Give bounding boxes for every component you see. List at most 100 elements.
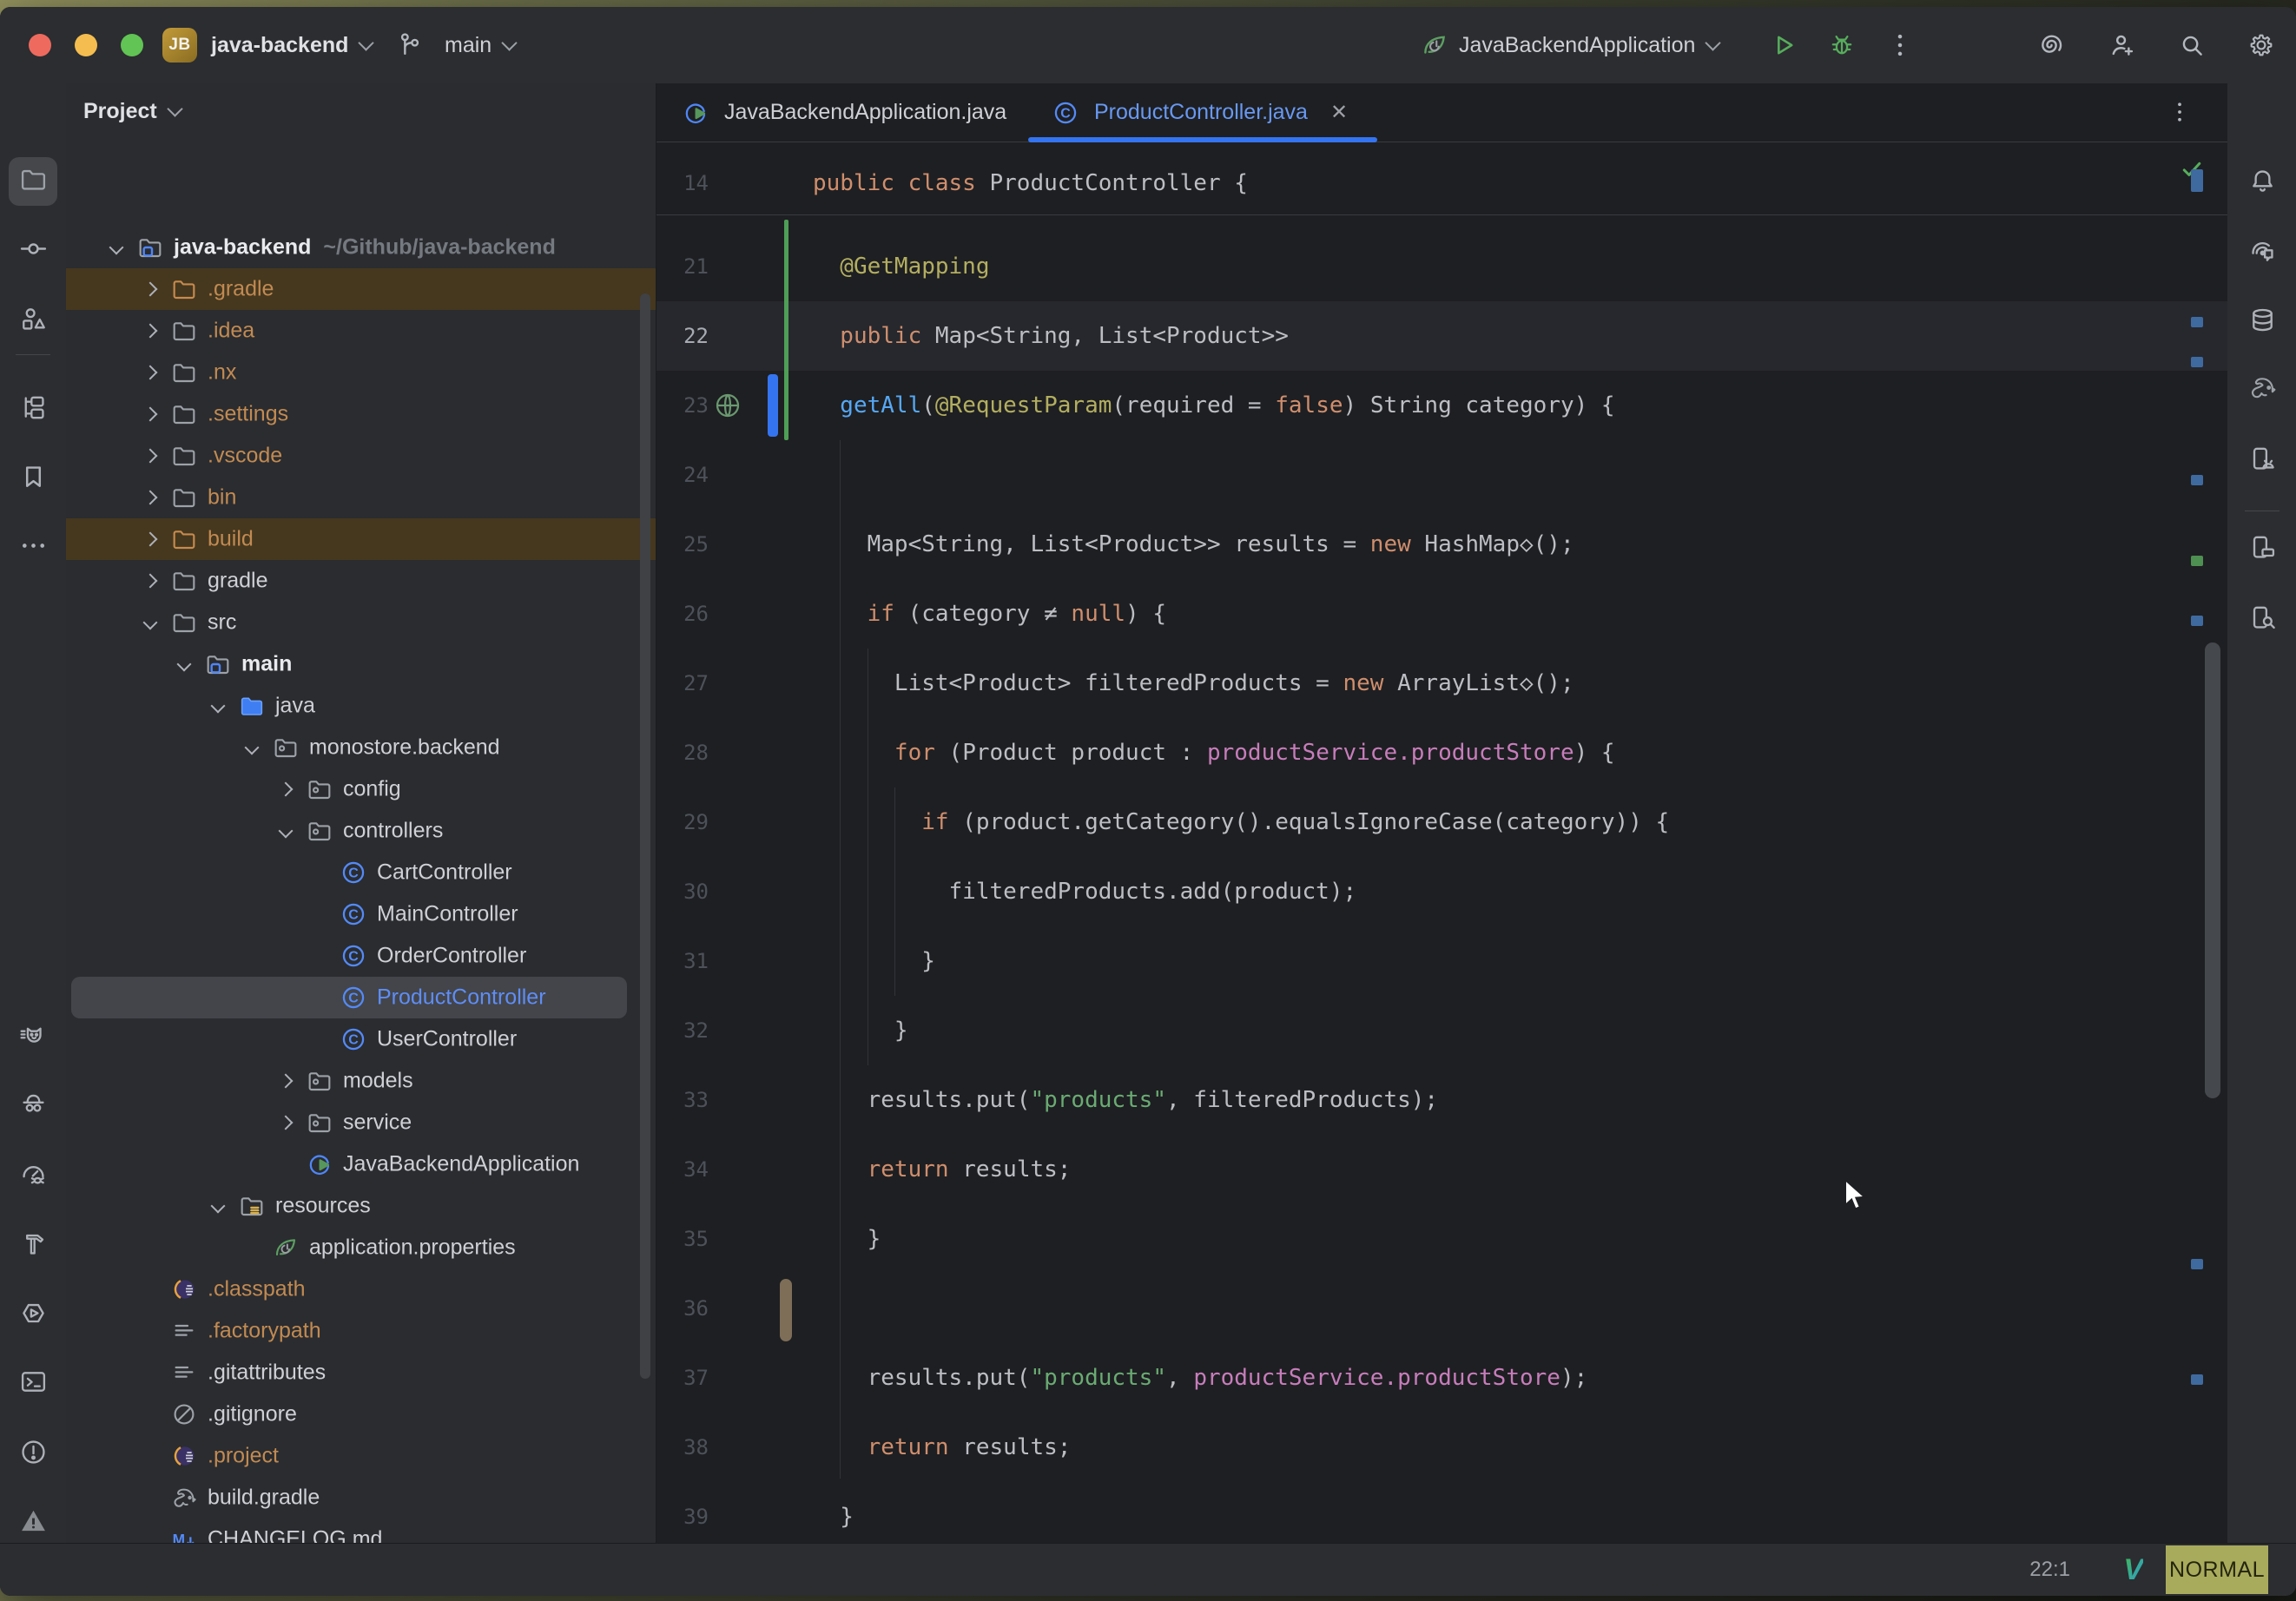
tree-item-config[interactable]: config <box>66 768 656 810</box>
tab-javabackendapplication-java[interactable]: JavaBackendApplication.java <box>681 83 1006 142</box>
tree-item--nx[interactable]: .nx <box>66 352 656 393</box>
sticky-header-line[interactable]: 14public class ProductController { <box>656 148 2227 215</box>
tree-item--project[interactable]: .project <box>66 1435 656 1477</box>
line-number[interactable]: 14 <box>656 148 709 218</box>
line-number[interactable]: 36 <box>656 1274 709 1343</box>
line-number[interactable]: 26 <box>656 579 709 649</box>
tree-item-java-backend[interactable]: java-backend~/Github/java-backend <box>66 227 656 268</box>
maximize-window-button[interactable] <box>121 34 143 56</box>
tree-item-bin[interactable]: bin <box>66 477 656 518</box>
line-number[interactable]: 23 <box>656 371 709 440</box>
project-tool-button[interactable] <box>9 157 57 206</box>
code-line-23[interactable]: 23 getAll(@RequestParam(required = false… <box>656 371 2227 440</box>
close-window-button[interactable] <box>29 34 51 56</box>
commit-tool-button[interactable] <box>9 227 57 275</box>
search-icon[interactable] <box>2174 28 2209 63</box>
ai-assistant-tool-button[interactable] <box>2238 229 2286 278</box>
device-explorer-tool-button[interactable] <box>2238 596 2286 644</box>
vim-mode-badge[interactable]: NORMAL <box>2166 1545 2268 1594</box>
tree-item-build[interactable]: build <box>66 518 656 560</box>
line-number[interactable]: 31 <box>656 926 709 996</box>
gradle-tool-button[interactable] <box>2238 366 2286 414</box>
tree-item-service[interactable]: service <box>66 1102 656 1143</box>
tree-item-controllers[interactable]: controllers <box>66 810 656 852</box>
error-stripe-mark[interactable] <box>2191 475 2203 485</box>
code-editor[interactable]: 14public class ProductController { <box>656 142 2227 1544</box>
editor-options-icon[interactable] <box>2167 99 2193 129</box>
error-stripe-mark[interactable] <box>2191 357 2203 367</box>
line-number[interactable]: 39 <box>656 1482 709 1544</box>
services-tool-button[interactable] <box>9 1291 57 1340</box>
error-stripe-mark[interactable] <box>2191 556 2203 566</box>
tree-item-monostore-backend[interactable]: monostore.backend <box>66 727 656 768</box>
tree-item-usercontroller[interactable]: CUserController <box>66 1018 656 1060</box>
debug-button[interactable] <box>1824 28 1859 63</box>
code-line-25[interactable]: 25 Map<String, List<Product>> results = … <box>656 510 2227 579</box>
line-number[interactable]: 30 <box>656 857 709 926</box>
line-number[interactable]: 38 <box>656 1413 709 1482</box>
code-line-24[interactable]: 24 <box>656 440 2227 510</box>
incognito-tool-button[interactable] <box>9 1081 57 1130</box>
hierarchy-tool-button[interactable] <box>9 385 57 434</box>
add-user-icon[interactable] <box>2105 28 2140 63</box>
error-stripe-mark[interactable] <box>2191 169 2203 192</box>
tree-item-build-gradle[interactable]: build.gradle <box>66 1477 656 1519</box>
vcs-change-marker[interactable] <box>784 220 788 440</box>
code-line-21[interactable]: 21 @GetMapping <box>656 232 2227 301</box>
line-number[interactable]: 28 <box>656 718 709 787</box>
error-stripe-mark[interactable] <box>2191 1374 2203 1385</box>
tree-item-java[interactable]: java <box>66 685 656 727</box>
code-line-26[interactable]: 26 if (category ≠ null) { <box>656 579 2227 649</box>
tree-item-application-properties[interactable]: application.properties <box>66 1227 656 1268</box>
tab-productcontroller-java[interactable]: CProductController.java✕ <box>1051 83 1348 142</box>
error-stripe-mark[interactable] <box>2191 616 2203 626</box>
bookmarks-tool-button[interactable] <box>9 455 57 504</box>
build-tool-button[interactable] <box>9 1222 57 1270</box>
tree-item--gradle[interactable]: .gradle <box>66 268 656 310</box>
device-manager-tool-button[interactable] <box>2238 437 2286 485</box>
line-number[interactable]: 27 <box>656 649 709 718</box>
structure-tool-button[interactable] <box>9 297 57 346</box>
line-number[interactable]: 32 <box>656 996 709 1065</box>
line-number[interactable]: 21 <box>656 232 709 301</box>
tree-item--idea[interactable]: .idea <box>66 310 656 352</box>
warnings-tool-button[interactable] <box>9 1499 57 1547</box>
line-number[interactable]: 33 <box>656 1065 709 1135</box>
run-configuration-selector[interactable]: JavaBackendApplication <box>1459 7 1719 83</box>
tree-item-javabackendapplication[interactable]: JavaBackendApplication <box>66 1143 656 1185</box>
tree-item-cartcontroller[interactable]: CCartController <box>66 852 656 893</box>
run-button[interactable] <box>1766 28 1801 63</box>
code-line-30[interactable]: 30 filteredProducts.add(product); <box>656 857 2227 926</box>
tree-item-maincontroller[interactable]: CMainController <box>66 893 656 935</box>
project-switcher[interactable]: java-backend <box>211 7 372 83</box>
code-line-22[interactable]: 22 public Map<String, List<Product>> <box>656 301 2227 371</box>
code-line-37[interactable]: 37 results.put("products", productServic… <box>656 1343 2227 1413</box>
code-line-33[interactable]: 33 results.put("products", filteredProdu… <box>656 1065 2227 1135</box>
ai-assistant-icon[interactable] <box>2032 28 2067 63</box>
line-number[interactable]: 24 <box>656 440 709 510</box>
code-line-34[interactable]: 34 return results; <box>656 1135 2227 1204</box>
editor-scrollbar[interactable] <box>2205 642 2220 1098</box>
tree-item--gitattributes[interactable]: .gitattributes <box>66 1352 656 1393</box>
line-number[interactable]: 29 <box>656 787 709 857</box>
terminal-tool-button[interactable] <box>9 1360 57 1408</box>
code-line-38[interactable]: 38 return results; <box>656 1413 2227 1482</box>
settings-gear-icon[interactable] <box>2244 28 2279 63</box>
profiler-tool-button[interactable] <box>9 1151 57 1200</box>
tree-item--settings[interactable]: .settings <box>66 393 656 435</box>
caret-position[interactable]: 22:1 <box>2029 1544 2070 1596</box>
minimize-window-button[interactable] <box>75 34 97 56</box>
tree-item-src[interactable]: src <box>66 602 656 643</box>
error-stripe-mark[interactable] <box>2191 1259 2203 1269</box>
tree-item-models[interactable]: models <box>66 1060 656 1102</box>
code-line-27[interactable]: 27 List<Product> filteredProducts = new … <box>656 649 2227 718</box>
problems-tool-button[interactable] <box>9 1430 57 1479</box>
line-number[interactable]: 37 <box>656 1343 709 1413</box>
line-number[interactable]: 22 <box>656 301 709 371</box>
more-vertical-icon[interactable] <box>1883 28 1917 63</box>
tree-scrollbar[interactable] <box>640 293 650 1379</box>
tree-item-resources[interactable]: resources <box>66 1185 656 1227</box>
tree-item--vscode[interactable]: .vscode <box>66 435 656 477</box>
database-tool-button[interactable] <box>2238 298 2286 346</box>
running-devices-tool-button[interactable] <box>2238 525 2286 574</box>
